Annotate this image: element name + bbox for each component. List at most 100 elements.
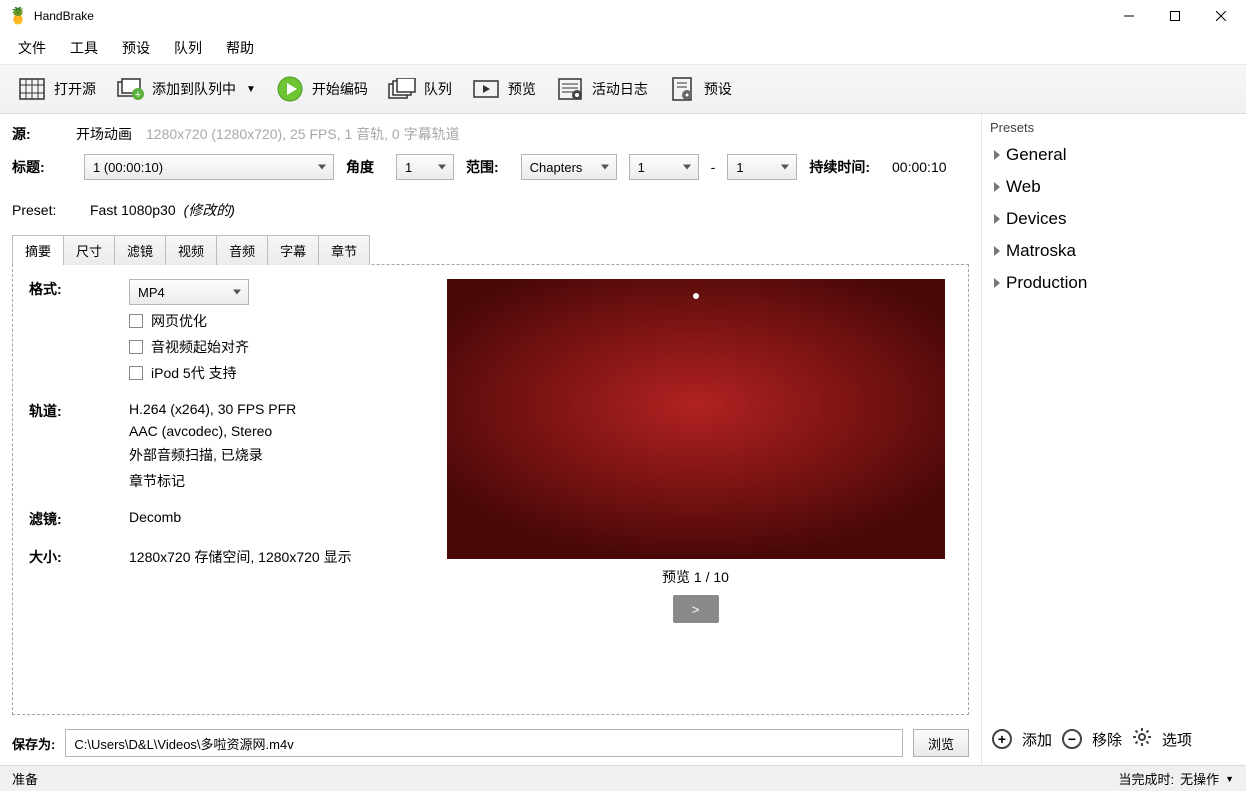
left-pane: 源: 开场动画 1280x720 (1280x720), 25 FPS, 1 音… <box>0 114 981 765</box>
close-button[interactable] <box>1198 1 1244 31</box>
duration-label: 持续时间: <box>809 157 870 177</box>
preset-modified: (修改的) <box>184 200 235 220</box>
summary-panel: 格式: MP4 网页优化 音视频起始对齐 iPod 5代 支持 轨道: H.26… <box>12 264 969 715</box>
start-encode-button[interactable]: 开始编码 <box>266 71 378 107</box>
web-optimized-checkbox[interactable]: 网页优化 <box>129 311 249 331</box>
duration-value: 00:00:10 <box>892 159 947 175</box>
track-line: H.264 (x264), 30 FPS PFR <box>129 401 296 417</box>
preview-button[interactable]: 预览 <box>462 71 546 107</box>
presets-label: 预设 <box>704 79 732 99</box>
range-type-select[interactable]: Chapters <box>521 154 617 180</box>
checkbox-icon <box>129 366 143 380</box>
browse-button[interactable]: 浏览 <box>913 729 969 757</box>
log-icon <box>556 75 584 103</box>
filters-label: 滤镜: <box>29 509 129 529</box>
tab-audio[interactable]: 音频 <box>217 235 268 265</box>
preset-options-button[interactable]: 选项 <box>1162 729 1192 750</box>
tab-dimensions[interactable]: 尺寸 <box>64 235 115 265</box>
range-to-select[interactable]: 1 <box>727 154 797 180</box>
app-icon: 🍍 <box>8 6 28 26</box>
status-text: 准备 <box>12 769 38 788</box>
filters-value: Decomb <box>129 509 181 525</box>
queue-icon <box>388 75 416 103</box>
preview-icon <box>472 75 500 103</box>
menubar: 文件 工具 预设 队列 帮助 <box>0 32 1246 64</box>
range-label: 范围: <box>466 157 499 177</box>
menu-presets[interactable]: 预设 <box>110 34 162 62</box>
preset-category-production[interactable]: Production <box>990 267 1238 299</box>
presets-heading: Presets <box>990 120 1238 135</box>
add-to-queue-label: 添加到队列中 <box>152 79 236 99</box>
chevron-right-icon <box>994 278 1000 288</box>
saveas-label: 保存为: <box>12 734 55 753</box>
preview-next-button[interactable]: > <box>673 595 719 623</box>
format-select[interactable]: MP4 <box>129 279 249 305</box>
chevron-down-icon: ▼ <box>1225 774 1234 784</box>
tab-chapters[interactable]: 章节 <box>319 235 370 265</box>
preset-label: Preset: <box>12 202 90 218</box>
track-line: AAC (avcodec), Stereo <box>129 423 296 439</box>
format-label: 格式: <box>29 279 129 299</box>
main-area: 源: 开场动画 1280x720 (1280x720), 25 FPS, 1 音… <box>0 114 1246 765</box>
minimize-button[interactable] <box>1106 1 1152 31</box>
tab-filters[interactable]: 滤镜 <box>115 235 166 265</box>
preset-actions: + 添加 − 移除 选项 <box>990 721 1238 757</box>
tab-video[interactable]: 视频 <box>166 235 217 265</box>
menu-help[interactable]: 帮助 <box>214 34 266 62</box>
menu-file[interactable]: 文件 <box>6 34 58 62</box>
av-start-checkbox[interactable]: 音视频起始对齐 <box>129 337 249 357</box>
preset-row: Preset: Fast 1080p30 (修改的) <box>12 200 969 220</box>
source-meta: 1280x720 (1280x720), 25 FPS, 1 音轨, 0 字幕轨… <box>146 124 460 144</box>
preset-category-devices[interactable]: Devices <box>990 203 1238 235</box>
play-icon <box>276 75 304 103</box>
maximize-button[interactable] <box>1152 1 1198 31</box>
queue-button[interactable]: 队列 <box>378 71 462 107</box>
source-name: 开场动画 <box>76 124 132 144</box>
plus-icon: + <box>992 729 1012 749</box>
when-done-label: 当完成时: <box>1118 769 1174 788</box>
add-to-queue-button[interactable]: + 添加到队列中 ▼ <box>106 71 266 107</box>
activity-log-label: 活动日志 <box>592 79 648 99</box>
tab-subtitles[interactable]: 字幕 <box>268 235 319 265</box>
gear-icon <box>1132 727 1152 751</box>
titlebar: 🍍 HandBrake <box>0 0 1246 32</box>
title-select[interactable]: 1 (00:00:10) <box>84 154 334 180</box>
remove-preset-button[interactable]: 移除 <box>1092 729 1122 750</box>
checkbox-icon <box>129 314 143 328</box>
toolbar: 打开源 + 添加到队列中 ▼ 开始编码 队列 预览 活动日志 预设 <box>0 64 1246 114</box>
saveas-input[interactable] <box>65 729 903 757</box>
chevron-right-icon <box>994 150 1000 160</box>
preset-category-web[interactable]: Web <box>990 171 1238 203</box>
preview-image <box>447 279 945 559</box>
angle-select[interactable]: 1 <box>396 154 454 180</box>
open-source-label: 打开源 <box>54 79 96 99</box>
presets-button[interactable]: 预设 <box>658 71 742 107</box>
statusbar: 准备 当完成时: 无操作 ▼ <box>0 765 1246 791</box>
tab-summary[interactable]: 摘要 <box>12 235 64 265</box>
track-line: 章节标记 <box>129 471 296 491</box>
track-line: 外部音频扫描, 已烧录 <box>129 445 296 465</box>
source-row: 源: 开场动画 1280x720 (1280x720), 25 FPS, 1 音… <box>12 124 969 144</box>
ipod5-checkbox[interactable]: iPod 5代 支持 <box>129 363 249 383</box>
activity-log-button[interactable]: 活动日志 <box>546 71 658 107</box>
tabs: 摘要 尺寸 滤镜 视频 音频 字幕 章节 <box>12 234 969 264</box>
presets-icon <box>668 75 696 103</box>
open-source-button[interactable]: 打开源 <box>8 71 106 107</box>
range-from-select[interactable]: 1 <box>629 154 699 180</box>
menu-queue[interactable]: 队列 <box>162 34 214 62</box>
preset-category-general[interactable]: General <box>990 139 1238 171</box>
checkbox-icon <box>129 340 143 354</box>
chevron-right-icon <box>994 214 1000 224</box>
preset-category-matroska[interactable]: Matroska <box>990 235 1238 267</box>
title-label: 标题: <box>12 157 72 177</box>
svg-text:+: + <box>135 89 141 100</box>
add-preset-button[interactable]: 添加 <box>1022 729 1052 750</box>
presets-pane: Presets General Web Devices Matroska Pro… <box>981 114 1246 765</box>
window-title: HandBrake <box>34 9 1106 23</box>
saveas-row: 保存为: 浏览 <box>12 729 969 757</box>
queue-label: 队列 <box>424 79 452 99</box>
size-label: 大小: <box>29 547 129 567</box>
when-done-value[interactable]: 无操作 <box>1180 769 1219 788</box>
menu-tools[interactable]: 工具 <box>58 34 110 62</box>
minus-icon: − <box>1062 729 1082 749</box>
